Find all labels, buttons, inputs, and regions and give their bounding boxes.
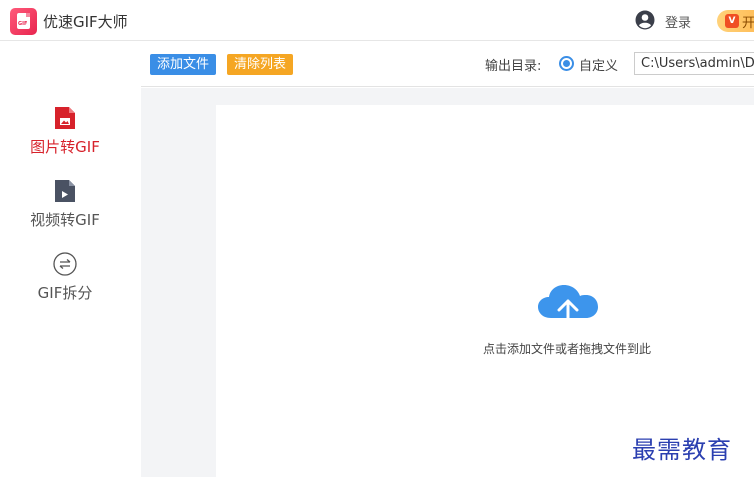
sidebar-item-label: 视频转GIF xyxy=(30,211,100,229)
vip-button[interactable]: V 开 xyxy=(717,10,754,32)
split-icon xyxy=(53,252,77,276)
sidebar-item-label: 图片转GIF xyxy=(30,138,100,156)
app-title: 优速GIF大师 xyxy=(43,13,128,31)
sidebar-item-label: GIF拆分 xyxy=(37,284,93,302)
login-link[interactable]: 登录 xyxy=(665,12,691,31)
title-bar: GIF 优速GIF大师 登录 V 开 xyxy=(0,0,754,41)
file-dropzone[interactable] xyxy=(216,105,754,477)
app-window: GIF 优速GIF大师 登录 V 开 图片转GIF 视频转GIF GIF拆分 添… xyxy=(0,0,754,477)
sidebar-item-gif-split[interactable]: GIF拆分 xyxy=(0,252,141,312)
output-path-input[interactable]: C:\Users\admin\De xyxy=(634,52,754,75)
dropzone-hint: 点击添加文件或者拖拽文件到此 xyxy=(482,342,651,356)
vip-label: 开 xyxy=(742,16,754,31)
add-file-button[interactable]: 添加文件 xyxy=(150,54,217,75)
toolbar: 添加文件 清除列表 输出目录: 自定义 C:\Users\admin\De xyxy=(141,42,754,87)
output-dir-label: 输出目录: xyxy=(485,59,542,74)
user-icon[interactable] xyxy=(635,10,655,30)
vip-icon: V xyxy=(725,14,739,28)
cloud-upload-icon[interactable] xyxy=(537,284,599,332)
watermark: 最需教育 xyxy=(632,436,732,464)
app-logo-icon: GIF xyxy=(10,8,37,35)
sidebar-item-video-to-gif[interactable]: 视频转GIF xyxy=(0,179,141,239)
custom-radio-label[interactable]: 自定义 xyxy=(579,55,618,74)
sidebar-item-image-to-gif[interactable]: 图片转GIF xyxy=(0,106,141,166)
logo-text: GIF xyxy=(18,21,28,27)
custom-radio[interactable] xyxy=(559,56,574,71)
sidebar: 图片转GIF 视频转GIF GIF拆分 xyxy=(0,42,141,477)
image-file-icon xyxy=(55,107,75,129)
clear-list-button[interactable]: 清除列表 xyxy=(227,54,294,75)
content-area xyxy=(141,88,754,477)
video-file-icon xyxy=(55,180,75,202)
